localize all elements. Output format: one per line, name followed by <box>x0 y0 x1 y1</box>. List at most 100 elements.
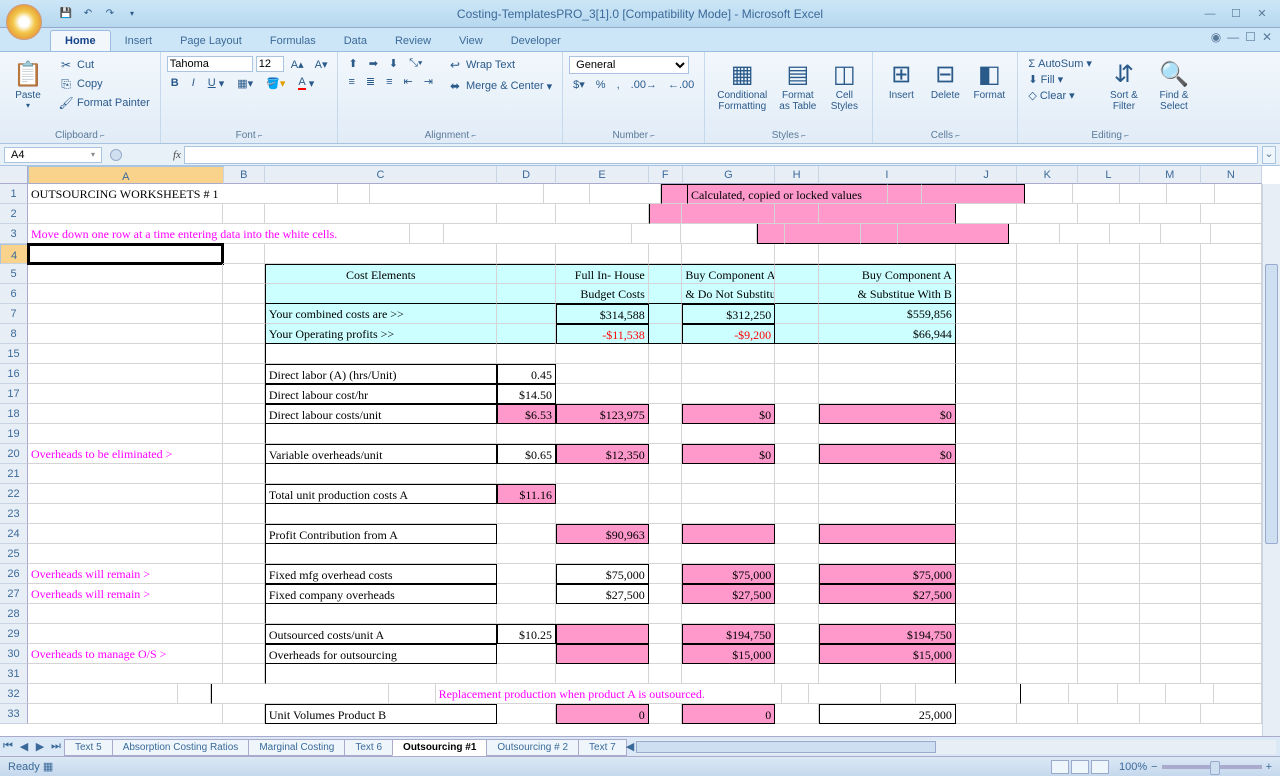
cell-J30[interactable] <box>956 644 1017 664</box>
row-header-27[interactable]: 27 <box>0 584 28 604</box>
cell-C17[interactable]: Direct labour cost/hr <box>265 384 497 404</box>
cell-B27[interactable] <box>223 584 265 604</box>
redo-icon[interactable]: ↷ <box>100 4 120 24</box>
cell-L16[interactable] <box>1078 364 1139 384</box>
restore-doc-icon[interactable]: ☐ <box>1245 30 1256 44</box>
row-header-8[interactable]: 8 <box>0 324 28 344</box>
cell-I3[interactable] <box>898 224 1010 244</box>
cell-M18[interactable] <box>1140 404 1201 424</box>
cell-H4[interactable] <box>775 244 818 264</box>
cell-N6[interactable] <box>1201 284 1262 304</box>
cell-I5[interactable]: Buy Component A <box>819 264 956 284</box>
cell-H17[interactable] <box>775 384 818 404</box>
zoom-in-button[interactable]: + <box>1266 761 1272 773</box>
cell-F7[interactable] <box>649 304 683 324</box>
cell-H3[interactable] <box>861 224 897 244</box>
border-button[interactable]: ▦▾ <box>233 75 257 91</box>
cell-D16[interactable]: 0.45 <box>497 364 556 384</box>
cell-F31[interactable] <box>649 664 683 684</box>
cell-A2[interactable] <box>28 204 223 224</box>
cell-A30[interactable]: Overheads to manage O/S > <box>28 644 223 664</box>
cell-B2[interactable] <box>223 204 265 224</box>
zoom-out-button[interactable]: − <box>1151 761 1157 773</box>
cell-M27[interactable] <box>1140 584 1201 604</box>
cell-M29[interactable] <box>1140 624 1201 644</box>
cell-C4[interactable] <box>265 244 497 264</box>
align-center-button[interactable]: ≣ <box>362 74 379 89</box>
cell-N29[interactable] <box>1201 624 1262 644</box>
cell-L26[interactable] <box>1078 564 1139 584</box>
cell-L1[interactable] <box>1120 184 1167 204</box>
cell-C7[interactable]: Your combined costs are >> <box>265 304 497 324</box>
cell-G2[interactable] <box>682 204 775 224</box>
wrap-text-button[interactable]: ↩Wrap Text <box>443 56 556 74</box>
cell-G5[interactable]: Buy Component A <box>682 264 775 284</box>
col-header-E[interactable]: E <box>556 166 649 184</box>
cell-I8[interactable]: $66,944 <box>819 324 956 344</box>
cell-M31[interactable] <box>1140 664 1201 684</box>
page-break-view-button[interactable] <box>1091 760 1109 774</box>
cell-A23[interactable] <box>28 504 223 524</box>
cell-D22[interactable]: $11.16 <box>497 484 556 504</box>
paste-button[interactable]: 📋 Paste ▾ <box>6 56 50 112</box>
cell-I30[interactable]: $15,000 <box>819 644 956 664</box>
cell-F33[interactable] <box>649 704 683 724</box>
cell-C23[interactable] <box>265 504 497 524</box>
cell-F4[interactable] <box>649 244 683 264</box>
cell-F15[interactable] <box>649 344 683 364</box>
format-painter-button[interactable]: 🖌Format Painter <box>54 94 154 112</box>
grow-font-button[interactable]: A▴ <box>287 56 308 72</box>
cell-N25[interactable] <box>1201 544 1262 564</box>
number-format-select[interactable]: General <box>569 56 689 74</box>
cell-L6[interactable] <box>1078 284 1139 304</box>
sheet-tab-outsourcing-#1[interactable]: Outsourcing #1 <box>392 739 487 756</box>
cell-K3[interactable] <box>1060 224 1111 244</box>
cell-J23[interactable] <box>956 504 1017 524</box>
cell-J33[interactable] <box>956 704 1017 724</box>
cell-K2[interactable] <box>1017 204 1078 224</box>
cell-B16[interactable] <box>223 364 265 384</box>
cell-H27[interactable] <box>775 584 818 604</box>
cell-B18[interactable] <box>223 404 265 424</box>
cell-C8[interactable]: Your Operating profits >> <box>265 324 497 344</box>
cell-A4[interactable] <box>28 244 223 264</box>
cell-M4[interactable] <box>1140 244 1201 264</box>
cell-B32[interactable] <box>178 684 211 704</box>
sheet-tab-outsourcing-#-2[interactable]: Outsourcing # 2 <box>486 739 579 756</box>
italic-button[interactable]: I <box>188 75 199 91</box>
cell-A1[interactable]: OUTSOURCING WORKSHEETS # 1 <box>28 184 338 204</box>
cell-I28[interactable] <box>819 604 956 624</box>
cell-I31[interactable] <box>819 664 956 684</box>
cell-B33[interactable] <box>223 704 265 724</box>
dec-indent-button[interactable]: ⇤ <box>400 74 417 89</box>
cell-H6[interactable] <box>775 284 818 304</box>
col-header-A[interactable]: A <box>28 166 224 184</box>
cell-I1[interactable] <box>922 184 1026 204</box>
cell-K6[interactable] <box>1017 284 1078 304</box>
sheet-tab-text-6[interactable]: Text 6 <box>344 739 393 756</box>
cell-G24[interactable] <box>682 524 775 544</box>
tab-home[interactable]: Home <box>50 30 111 51</box>
cell-J26[interactable] <box>956 564 1017 584</box>
cell-M19[interactable] <box>1140 424 1201 444</box>
cell-M32[interactable] <box>1166 684 1214 704</box>
cell-E32[interactable]: Replacement production when product A is… <box>436 684 782 704</box>
cell-L33[interactable] <box>1078 704 1139 724</box>
cell-F26[interactable] <box>649 564 683 584</box>
cell-H7[interactable] <box>775 304 818 324</box>
cell-H25[interactable] <box>775 544 818 564</box>
cell-B24[interactable] <box>223 524 265 544</box>
cell-A26[interactable]: Overheads will remain > <box>28 564 223 584</box>
cell-M17[interactable] <box>1140 384 1201 404</box>
tab-insert[interactable]: Insert <box>111 31 167 51</box>
cell-I27[interactable]: $27,500 <box>819 584 956 604</box>
cell-C29[interactable]: Outsourced costs/unit A <box>265 624 497 644</box>
cell-N4[interactable] <box>1201 244 1262 264</box>
cell-E2[interactable] <box>556 204 649 224</box>
row-header-7[interactable]: 7 <box>0 304 28 324</box>
cell-B23[interactable] <box>223 504 265 524</box>
cell-N2[interactable] <box>1201 204 1262 224</box>
cell-B22[interactable] <box>223 484 265 504</box>
cell-F32[interactable] <box>782 684 809 704</box>
cell-K23[interactable] <box>1017 504 1078 524</box>
